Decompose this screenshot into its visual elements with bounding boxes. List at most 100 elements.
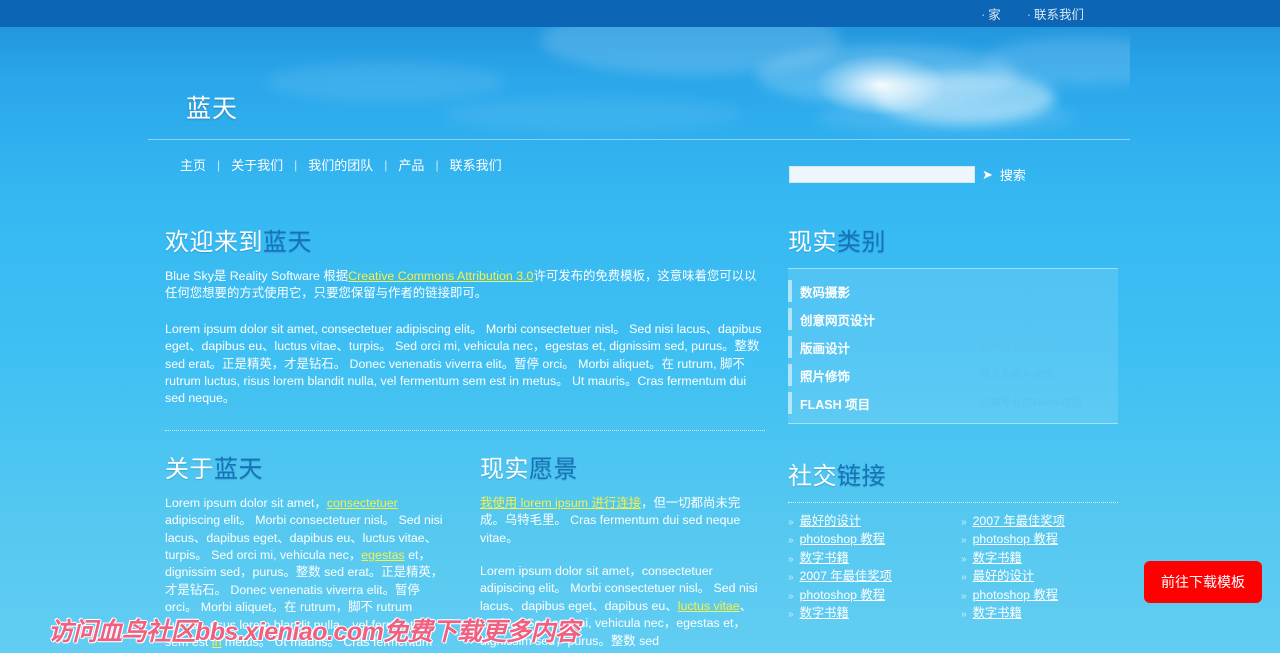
topbar-link-home[interactable]: 家	[981, 4, 1001, 23]
search-input[interactable]	[789, 166, 975, 183]
top-utility-bar: 家 联系我们	[0, 0, 1280, 27]
social-link[interactable]: photoshop 教程	[800, 588, 885, 602]
list-item: » 数字书籍	[788, 605, 933, 623]
welcome-lead-part1: Blue Sky是 Reality Software 根据	[165, 269, 349, 283]
sidebar-column: 现实类别 数码摄影 制作商业图片 创意网页设计 专业网页设计 版画设计 制作商业…	[788, 222, 1118, 623]
social-heading: 社交链接	[788, 456, 1118, 491]
social-link[interactable]: 数字书籍	[800, 551, 849, 565]
welcome-heading-plain: 欢迎来到	[165, 229, 263, 256]
social-link[interactable]: 数字书籍	[973, 606, 1022, 620]
about-text-c: et，dignissim sed，purus。整数 sed erat。正是精英，…	[165, 548, 444, 650]
social-link[interactable]: photoshop 教程	[800, 532, 885, 546]
nav-item-about[interactable]: 关于我们	[231, 155, 283, 174]
category-row[interactable]: FLASH 项目 创建专业的Flash 项目	[788, 389, 1118, 417]
social-divider	[788, 502, 1118, 503]
about-paragraph: Lorem ipsum dolor sit amet，consectetuer …	[165, 495, 448, 653]
cloud-decoration	[265, 62, 506, 102]
category-row[interactable]: 创意网页设计 专业网页设计	[788, 305, 1118, 333]
nav-item-team[interactable]: 我们的团队	[308, 155, 373, 174]
social-heading-highlight: 链接	[837, 463, 886, 490]
social-link[interactable]: 2007 年最佳奖项	[973, 514, 1065, 528]
category-name: FLASH 项目	[800, 397, 871, 412]
main-content-column: 欢迎来到蓝天 Blue Sky是 Reality Software 根据Crea…	[165, 222, 765, 653]
list-item: » 最好的设计	[788, 513, 933, 531]
vision-heading-highlight: 愿景	[529, 455, 578, 483]
category-description: 制作商业印刷品	[980, 340, 1054, 353]
list-item: » photoshop 教程	[961, 587, 1106, 605]
social-link[interactable]: 数字书籍	[973, 551, 1022, 565]
vision-paragraph-2: Lorem ipsum dolor sit amet，consectetuer …	[480, 563, 763, 650]
chevron-right-icon: »	[788, 572, 794, 584]
category-description: 制作商业图片	[980, 284, 1043, 297]
social-link[interactable]: 数字书籍	[800, 606, 849, 620]
social-links-column-left: » 最好的设计 » photoshop 教程 » 数字书籍 » 2007 年最佳奖项 »…	[788, 513, 933, 623]
categories-heading-plain: 现实	[788, 229, 837, 256]
chevron-right-icon: »	[788, 609, 794, 621]
vision-paragraph-1: 我使用 lorem ipsum 进行连接，但一切都尚未完成。乌特毛里。 Cras…	[480, 495, 763, 547]
search-button[interactable]: 搜索	[1000, 165, 1026, 184]
main-navigation: 主页 | 关于我们 | 我们的团队 | 产品 | 联系我们	[180, 155, 502, 174]
category-description: 惊人的照片修饰	[980, 368, 1054, 381]
cloud-decoration	[815, 102, 1076, 132]
content-divider	[165, 429, 765, 431]
nav-item-products[interactable]: 产品	[398, 155, 424, 174]
category-name: 数码摄影	[800, 285, 851, 300]
social-link[interactable]: 最好的设计	[800, 514, 862, 528]
search-box: ➤ 搜索	[789, 165, 1026, 184]
chevron-right-icon: »	[788, 590, 794, 602]
categories-list: 数码摄影 制作商业图片 创意网页设计 专业网页设计 版画设计 制作商业印刷品 照…	[788, 268, 1118, 424]
welcome-body-paragraph: Lorem ipsum dolor sit amet, consectetuer…	[165, 321, 762, 406]
list-item: » 数字书籍	[788, 550, 933, 568]
chevron-right-icon: »	[788, 517, 794, 528]
list-item: » 数字书籍	[961, 605, 1106, 623]
page-root: 家 联系我们 蓝天 主页 | 关于我们 | 我们的团队 | 产品 | 联系我们 …	[0, 0, 1280, 653]
category-row[interactable]: 版画设计 制作商业印刷品	[788, 333, 1118, 361]
nav-separator: |	[217, 157, 221, 172]
chevron-right-icon: »	[788, 535, 794, 547]
topbar-link-contact[interactable]: 联系我们	[1027, 4, 1084, 23]
vision-heading: 现实愿景	[480, 449, 763, 484]
category-name: 创意网页设计	[800, 313, 876, 328]
list-item: » 数字书籍	[961, 550, 1106, 568]
nav-separator: |	[294, 157, 298, 172]
social-link[interactable]: 2007 年最佳奖项	[800, 569, 892, 583]
list-item: » 最好的设计	[961, 568, 1106, 586]
about-text-a: Lorem ipsum dolor sit amet，	[165, 495, 327, 510]
vision-heading-plain: 现实	[480, 455, 529, 483]
creative-commons-link[interactable]: Creative Commons Attribution 3.0	[348, 269, 533, 283]
about-heading: 关于蓝天	[165, 449, 448, 484]
nav-separator: |	[435, 157, 439, 172]
social-link[interactable]: photoshop 教程	[973, 588, 1058, 602]
social-link[interactable]: 最好的设计	[973, 569, 1035, 583]
nav-item-home[interactable]: 主页	[180, 155, 206, 174]
about-heading-highlight: 蓝天	[214, 455, 263, 483]
list-item: » photoshop 教程	[788, 587, 933, 605]
list-item: » 2007 年最佳奖项	[788, 568, 933, 586]
vision-link-luctus-vitae[interactable]: luctus vitae	[678, 599, 740, 613]
about-link-egestas[interactable]: egestas	[361, 548, 404, 562]
vision-lorem-link[interactable]: 我使用 lorem ipsum 进行连接	[480, 496, 641, 510]
site-logo[interactable]: 蓝天	[186, 89, 238, 125]
list-item: » photoshop 教程	[788, 531, 933, 549]
nav-separator: |	[384, 157, 388, 172]
nav-item-contact[interactable]: 联系我们	[450, 155, 502, 174]
welcome-lead-paragraph: Blue Sky是 Reality Software 根据Creative Co…	[165, 268, 765, 303]
chevron-right-icon: »	[961, 535, 967, 547]
vision-column: 现实愿景 我使用 lorem ipsum 进行连接，但一切都尚未完成。乌特毛里。…	[480, 449, 763, 653]
category-description: 专业网页设计	[980, 312, 1043, 325]
category-row[interactable]: 数码摄影 制作商业图片	[788, 277, 1118, 305]
search-arrow-icon: ➤	[982, 167, 993, 182]
about-column: 关于蓝天 Lorem ipsum dolor sit amet，consecte…	[165, 449, 448, 653]
categories-heading-highlight: 类别	[837, 229, 886, 256]
download-template-button[interactable]: 前往下载模板	[1144, 561, 1262, 603]
category-row[interactable]: 照片修饰 惊人的照片修饰	[788, 361, 1118, 389]
chevron-right-icon: »	[961, 572, 967, 584]
social-link[interactable]: photoshop 教程	[973, 532, 1058, 546]
list-item: » 2007 年最佳奖项	[961, 513, 1106, 531]
header-banner: 蓝天	[148, 27, 1130, 140]
chevron-right-icon: »	[961, 517, 967, 528]
chevron-right-icon: »	[961, 553, 967, 565]
welcome-heading-highlight: 蓝天	[263, 229, 312, 256]
about-link-consectetuer[interactable]: consectetuer	[327, 496, 398, 510]
chevron-right-icon: »	[961, 590, 967, 602]
